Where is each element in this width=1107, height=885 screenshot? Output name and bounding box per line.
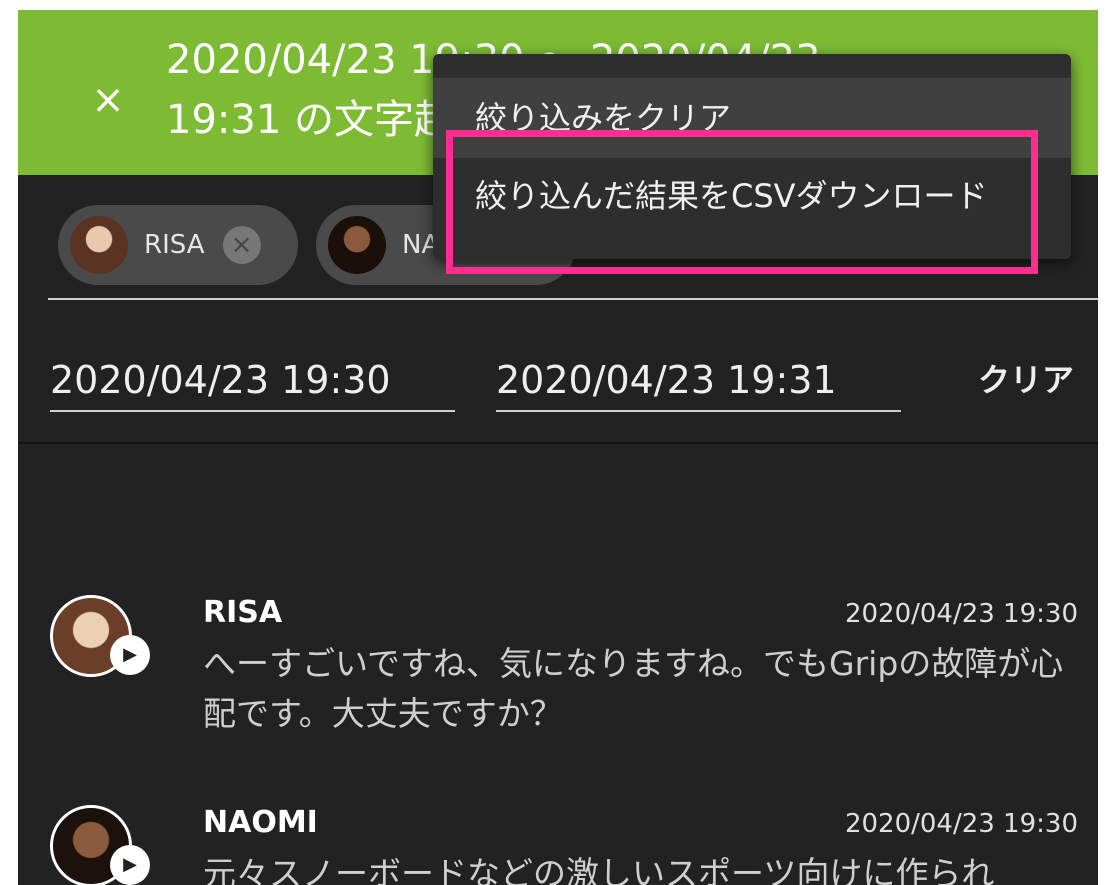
message-text: 元々スノーボードなどの激しいスポーツ向けに作られ bbox=[203, 854, 995, 885]
message-item: ▶ RISA 2020/04/23 19:30 へーすごいですね、気になりますね… bbox=[18, 595, 1098, 755]
divider bbox=[48, 298, 1098, 300]
divider bbox=[18, 442, 1098, 444]
play-icon[interactable]: ▶ bbox=[110, 635, 150, 675]
menu-item-download-csv[interactable]: 絞り込んだ結果をCSVダウンロード bbox=[433, 156, 1071, 236]
speaker-name: NAOMI bbox=[203, 805, 318, 840]
avatar bbox=[70, 216, 128, 274]
close-icon[interactable]: × bbox=[88, 80, 128, 120]
speaker-name: RISA bbox=[203, 595, 283, 630]
play-icon[interactable]: ▶ bbox=[110, 845, 150, 885]
chip-label: RISA bbox=[144, 230, 205, 260]
transcript-panel: × 2020/04/23 19:30 〜 2020/04/23 19:31 の文… bbox=[18, 10, 1098, 885]
timestamp: 2020/04/23 19:30 bbox=[844, 809, 1078, 839]
message-item: ▶ NAOMI 2020/04/23 19:30 元々スノーボードなどの激しいス… bbox=[18, 805, 1098, 885]
menu-item-clear-filter[interactable]: 絞り込みをクリア bbox=[433, 78, 1071, 158]
speaker-chip-risa[interactable]: RISA × bbox=[58, 205, 298, 285]
context-menu: 絞り込みをクリア 絞り込んだ結果をCSVダウンロード bbox=[433, 54, 1071, 259]
avatar bbox=[328, 216, 386, 274]
clear-button[interactable]: クリア bbox=[978, 355, 1074, 401]
timestamp: 2020/04/23 19:30 bbox=[844, 599, 1078, 629]
start-time-field[interactable]: 2020/04/23 19:30 bbox=[50, 350, 455, 412]
end-time-field[interactable]: 2020/04/23 19:31 bbox=[496, 350, 901, 412]
message-text: へーすごいですね、気になりますね。でもGripの故障が心配です。大丈夫ですか？ bbox=[203, 644, 1064, 733]
remove-circle-icon[interactable]: × bbox=[222, 226, 261, 264]
